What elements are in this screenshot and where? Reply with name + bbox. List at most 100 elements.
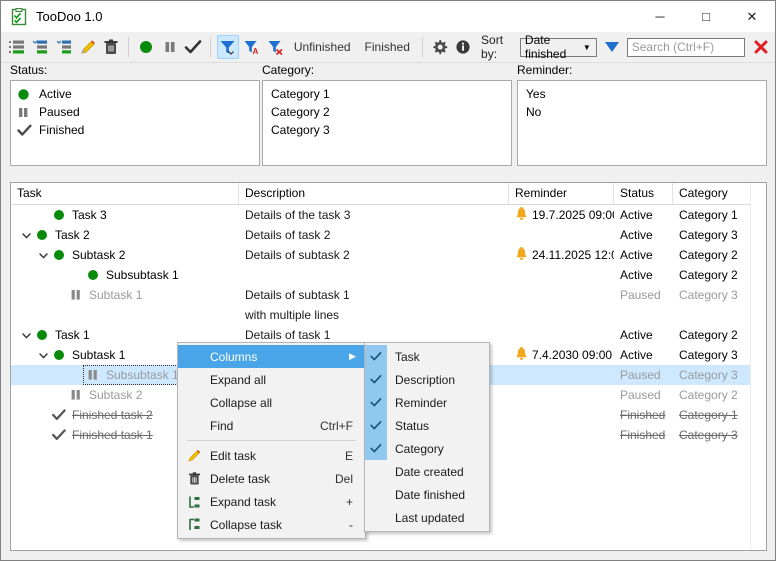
cell-status: Paused — [620, 388, 661, 402]
toolbar-separator-3 — [421, 37, 423, 57]
status-filter-item-finished[interactable]: Finished — [11, 121, 259, 139]
set-active-button[interactable] — [135, 35, 157, 59]
menu-item-collapse-all[interactable]: Collapse all — [178, 391, 365, 414]
green-circle-icon — [17, 88, 35, 101]
set-paused-button[interactable] — [159, 35, 181, 59]
cell-category: Category 3 — [679, 288, 738, 302]
reminder-filter-item[interactable]: Yes — [518, 85, 766, 103]
submenu-item-date-finished[interactable]: Date finished — [365, 483, 489, 506]
submenu-item-reminder[interactable]: Reminder — [365, 391, 489, 414]
submenu-item-description[interactable]: Description — [365, 368, 489, 391]
table-row[interactable]: Subsubtask 1 Active Category 2 — [11, 265, 766, 285]
reminder-filter-list[interactable]: Yes No — [517, 80, 767, 166]
cell-task: Task 3 — [11, 205, 239, 225]
add-subsubtask-button[interactable] — [53, 35, 75, 59]
edit-task-button[interactable] — [77, 35, 99, 59]
chevron-down-icon[interactable] — [19, 330, 34, 341]
toolbar-separator — [128, 37, 130, 57]
search-placeholder: Search (Ctrl+F) — [631, 40, 715, 54]
cell-reminder: 19.7.2025 09:00 — [509, 205, 614, 225]
search-input[interactable]: Search (Ctrl+F) — [626, 37, 745, 57]
column-header-category[interactable]: Category — [673, 183, 753, 204]
menu-item-expand-task[interactable]: Expand task + — [178, 490, 365, 513]
table-row[interactable]: Subtask 2 Details of subtask 2 24.11.2025 … — [11, 245, 766, 265]
delete-task-button[interactable] — [101, 35, 123, 59]
menu-item-expand-all[interactable]: Expand all — [178, 368, 365, 391]
column-header-reminder[interactable]: Reminder — [509, 183, 614, 204]
cell-category: Category 3 — [679, 348, 738, 362]
category-filter-list[interactable]: Category 1 Category 2 Category 3 — [262, 80, 512, 166]
green-circle-icon — [34, 229, 50, 241]
cell-category: Category 1 — [679, 208, 738, 222]
menu-item-columns[interactable]: Columns ▶ — [178, 345, 365, 368]
category-filter-item[interactable]: Category 2 — [263, 103, 511, 121]
category-filter-group: Category: Category 1 Category 2 Category… — [262, 63, 512, 166]
maximize-button[interactable]: □ — [683, 1, 729, 32]
red-x-icon[interactable] — [753, 39, 769, 55]
menu-item-shortcut: Del — [334, 471, 353, 486]
add-subtask-button[interactable] — [30, 35, 52, 59]
green-circle-icon — [85, 269, 101, 281]
column-header-status[interactable]: Status — [614, 183, 673, 204]
cell-category: Category 1 — [679, 408, 738, 422]
menu-item-label: Delete task — [210, 471, 271, 486]
gear-icon[interactable] — [429, 35, 451, 59]
chevron-down-icon[interactable] — [36, 250, 51, 261]
trash-icon — [178, 471, 210, 486]
status-filter-item-paused[interactable]: Paused — [11, 103, 259, 121]
green-circle-icon — [51, 249, 67, 261]
filter-advanced-button[interactable]: A — [241, 35, 263, 59]
chevron-down-icon[interactable] — [19, 230, 34, 241]
category-filter-item[interactable]: Category 3 — [263, 121, 511, 139]
chevron-down-icon[interactable] — [36, 350, 51, 361]
menu-item-edit-task[interactable]: Edit task E — [178, 444, 365, 467]
collapse-tree-icon — [178, 518, 210, 532]
close-button[interactable]: ✕ — [729, 1, 775, 32]
vertical-scrollbar[interactable] — [750, 183, 766, 550]
column-header-description[interactable]: Description — [239, 183, 509, 204]
submenu-item-label: Task — [395, 349, 420, 364]
column-header-task[interactable]: Task — [11, 183, 239, 204]
finished-filter-tab[interactable]: Finished — [358, 40, 417, 54]
reminder-filter-item[interactable]: No — [518, 103, 766, 121]
status-filter-list[interactable]: Active Paused Finished — [10, 80, 260, 166]
cell-status: Finished — [620, 408, 666, 422]
green-circle-icon — [51, 209, 67, 221]
menu-item-delete-task[interactable]: Delete task Del — [178, 467, 365, 490]
add-task-button[interactable] — [6, 35, 28, 59]
task-label: Task 2 — [55, 228, 90, 242]
clear-filter-button[interactable] — [264, 35, 286, 59]
status-filter-item-active[interactable]: Active — [11, 85, 259, 103]
bell-icon — [515, 207, 528, 221]
filter-button[interactable] — [216, 35, 239, 59]
info-icon[interactable] — [452, 35, 474, 59]
submenu-item-status[interactable]: Status — [365, 414, 489, 437]
menu-item-shortcut: + — [345, 494, 353, 509]
status-filter-item-label: Paused — [39, 105, 80, 119]
category-filter-item-label: Category 1 — [271, 87, 330, 101]
status-filter-group: Status: Active Paused Finished — [10, 63, 260, 166]
table-row[interactable]: Task 3 Details of the task 3 19.7.2025 09:… — [11, 205, 766, 225]
task-label: Finished task 1 — [72, 428, 153, 442]
menu-item-collapse-task[interactable]: Collapse task - — [178, 513, 365, 536]
category-filter-item[interactable]: Category 1 — [263, 85, 511, 103]
cell-category: Category 3 — [679, 228, 738, 242]
toolbar: A Unfinished Finished Sort by: Date fini… — [1, 32, 775, 63]
cell-category: Category 2 — [679, 248, 738, 262]
submenu-item-category[interactable]: Category — [365, 437, 489, 460]
table-row[interactable]: Subtask 1 Details of subtask 1 with multip… — [11, 285, 766, 325]
sort-by-select[interactable]: Date finished ▼ — [519, 33, 597, 61]
submenu-item-label: Reminder — [395, 395, 448, 410]
submenu-item-date-created[interactable]: Date created — [365, 460, 489, 483]
menu-item-find[interactable]: Find Ctrl+F — [178, 414, 365, 437]
sort-descending-icon[interactable] — [603, 40, 621, 54]
submenu-item-task[interactable]: Task — [365, 345, 489, 368]
cell-status: Active — [620, 268, 653, 282]
unfinished-filter-tab[interactable]: Unfinished — [287, 40, 358, 54]
submenu-item-last-updated[interactable]: Last updated — [365, 506, 489, 529]
cell-status: Active — [620, 348, 653, 362]
set-finished-button[interactable] — [182, 35, 204, 59]
minimize-button[interactable]: ─ — [637, 1, 683, 32]
table-row[interactable]: Task 2 Details of task 2 Active Category 3 — [11, 225, 766, 245]
selected-task[interactable]: Subsubtask 1 — [83, 365, 184, 385]
